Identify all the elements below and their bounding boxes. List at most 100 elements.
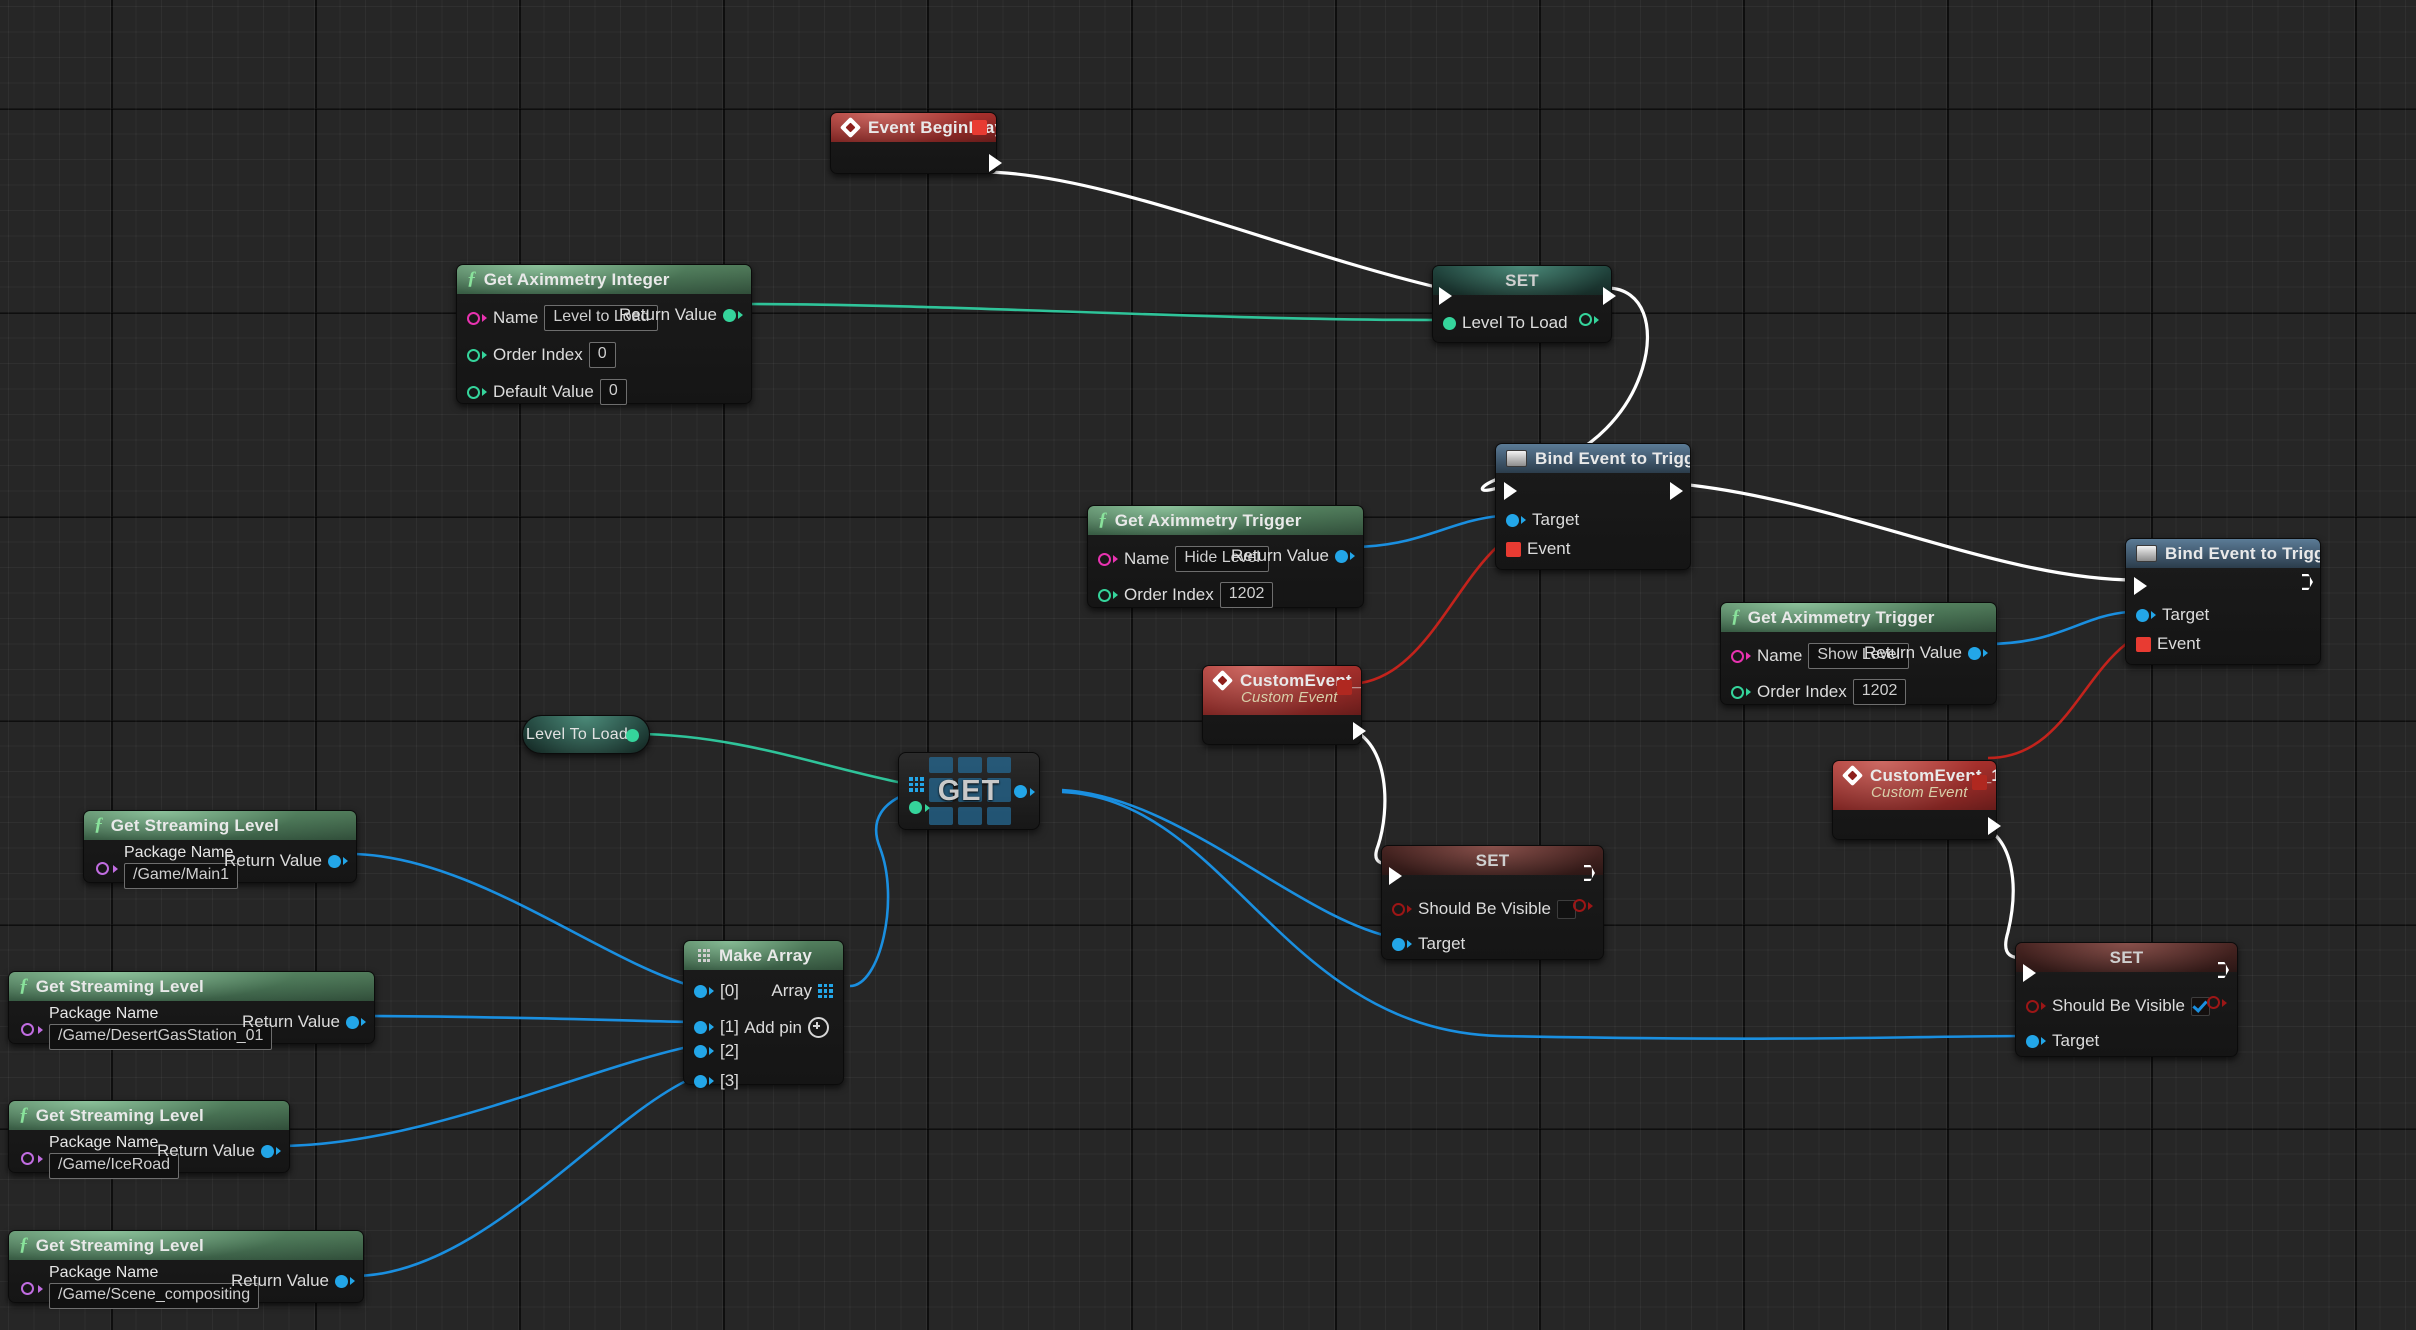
add-pin-icon[interactable] xyxy=(808,1017,829,1038)
pin-row-target[interactable]: Target xyxy=(1506,510,1585,530)
pin-row-index-3[interactable]: [3] xyxy=(694,1071,745,1091)
array-item-1-input-pin[interactable] xyxy=(694,1020,707,1034)
return-value-output-pin[interactable] xyxy=(723,308,736,322)
name-input-pin[interactable] xyxy=(1731,649,1744,663)
node-get-aximmetry-trigger-hide[interactable]: ƒ Get Aximmetry Trigger Name Hide Level … xyxy=(1087,505,1364,608)
pin-row-level-to-load-out[interactable] xyxy=(1579,313,1599,326)
return-value-output-pin[interactable] xyxy=(261,1144,274,1158)
default-value-input-pin[interactable] xyxy=(467,385,480,399)
return-value-output-pin[interactable] xyxy=(1968,646,1981,660)
pin-row-return-value[interactable]: Return Value xyxy=(1858,643,1988,663)
exec-input-pin[interactable] xyxy=(2023,964,2036,982)
blueprint-graph-canvas[interactable]: Event BeginPlay ƒ Get Aximmetry Integer … xyxy=(0,0,2416,1330)
level-to-load-output-pin[interactable] xyxy=(626,729,639,742)
pin-row-index-1[interactable]: [1] xyxy=(694,1017,745,1037)
array-input-pin[interactable] xyxy=(909,777,924,792)
should-be-visible-output-pin[interactable] xyxy=(2207,996,2220,1009)
pin-row-return-value[interactable]: Return Value xyxy=(151,1141,281,1161)
index-input-pin[interactable] xyxy=(909,801,922,814)
event-delegate-pin[interactable] xyxy=(972,120,987,135)
node-bind-event-to-trigger-1[interactable]: Bind Event to Trigger Target Event xyxy=(1495,443,1691,570)
node-custom-event-0[interactable]: CustomEvent_0 Custom Event xyxy=(1202,665,1366,745)
package-name-input-pin[interactable] xyxy=(21,1282,34,1295)
exec-input-pin[interactable] xyxy=(1389,867,1402,885)
exec-input-pin[interactable] xyxy=(1504,482,1517,500)
pin-row-should-be-visible[interactable]: Should Be Visible xyxy=(2026,996,2210,1016)
pin-row-event[interactable]: Event xyxy=(1506,539,1576,559)
exec-output-pin[interactable] xyxy=(1603,287,1616,305)
name-input-pin[interactable] xyxy=(1098,552,1111,566)
return-value-output-pin[interactable] xyxy=(346,1015,359,1029)
order-index-input-pin[interactable] xyxy=(467,348,480,362)
node-get-streaming-level-scene[interactable]: ƒ Get Streaming Level Package Name /Game… xyxy=(8,1230,364,1309)
node-set-should-be-visible-true[interactable]: SET Should Be Visible Target xyxy=(2015,942,2238,1057)
pin-row-target[interactable]: Target xyxy=(2026,1031,2105,1051)
exec-input-pin[interactable] xyxy=(1439,287,1452,305)
array-item-2-input-pin[interactable] xyxy=(694,1044,707,1058)
node-make-array[interactable]: Make Array [0] [1] [2] [3] Array Add pin xyxy=(683,940,844,1090)
target-input-pin[interactable] xyxy=(1506,513,1519,527)
event-delegate-input-pin[interactable] xyxy=(1506,541,1521,557)
array-output-pin[interactable] xyxy=(818,983,833,999)
pin-row-order-index[interactable]: Order Index 0 xyxy=(467,342,616,368)
pin-row-index-2[interactable]: [2] xyxy=(694,1041,745,1061)
exec-output-pin[interactable] xyxy=(989,154,1002,172)
exec-output-pin[interactable] xyxy=(1353,722,1366,740)
order-index-input-pin[interactable] xyxy=(1098,588,1111,602)
return-value-output-pin[interactable] xyxy=(1335,549,1348,563)
pin-row-target[interactable]: Target xyxy=(2136,605,2215,625)
exec-input-pin[interactable] xyxy=(2134,577,2147,595)
event-delegate-pin[interactable] xyxy=(1337,680,1352,695)
level-to-load-input-pin[interactable] xyxy=(1443,316,1456,330)
element-output-pin[interactable] xyxy=(1014,785,1027,798)
pin-row-order-index[interactable]: Order Index 1202 xyxy=(1098,582,1274,608)
exec-output-pin[interactable] xyxy=(1988,817,2001,835)
exec-output-pin[interactable] xyxy=(1670,482,1683,500)
package-name-input-pin[interactable] xyxy=(21,1023,34,1036)
node-get-streaming-level-desert[interactable]: ƒ Get Streaming Level Package Name /Game… xyxy=(8,971,375,1050)
add-pin-button[interactable]: Add pin xyxy=(738,1017,829,1038)
pin-row-default-value[interactable]: Default Value 0 xyxy=(467,379,627,405)
node-variable-level-to-load[interactable]: Level To Load xyxy=(522,715,650,754)
pin-row-event[interactable]: Event xyxy=(2136,634,2206,654)
array-item-3-input-pin[interactable] xyxy=(694,1074,707,1088)
node-event-begin-play[interactable]: Event BeginPlay xyxy=(830,112,1002,174)
pin-row-should-be-visible-out[interactable] xyxy=(1573,899,1593,912)
node-get-streaming-level-iceroad[interactable]: ƒ Get Streaming Level Package Name /Game… xyxy=(8,1100,290,1179)
node-get-aximmetry-integer[interactable]: ƒ Get Aximmetry Integer Name Level to Lo… xyxy=(456,264,752,405)
pin-row-return-value[interactable]: Return Value xyxy=(236,1012,366,1032)
node-get-streaming-level-main1[interactable]: ƒ Get Streaming Level Package Name /Game… xyxy=(83,810,357,889)
package-name-input-pin[interactable] xyxy=(21,1152,34,1165)
level-to-load-output-pin[interactable] xyxy=(1579,313,1592,326)
order-index-value-field[interactable]: 1202 xyxy=(1852,679,1907,705)
node-set-level-to-load[interactable]: SET Level To Load xyxy=(1432,265,1616,343)
target-input-pin[interactable] xyxy=(1392,937,1405,951)
pin-row-index-0[interactable]: [0] xyxy=(694,981,745,1001)
pin-row-return-value[interactable]: Return Value xyxy=(218,851,348,871)
pin-row-return-value[interactable]: Return Value xyxy=(225,1271,355,1291)
should-be-visible-output-pin[interactable] xyxy=(1573,899,1586,912)
pin-row-return-value[interactable]: Return Value xyxy=(1225,546,1355,566)
pin-row-order-index[interactable]: Order Index 1202 xyxy=(1731,679,1907,705)
pin-row-should-be-visible[interactable]: Should Be Visible xyxy=(1392,899,1576,919)
node-get-aximmetry-trigger-show[interactable]: ƒ Get Aximmetry Trigger Name Show Level … xyxy=(1720,602,1997,705)
default-value-field[interactable]: 0 xyxy=(599,379,627,405)
node-get-array-element[interactable]: GET xyxy=(898,752,1040,830)
pin-row-return-value[interactable]: Return Value xyxy=(613,305,743,325)
pin-row-array-output[interactable]: Array xyxy=(765,981,833,1001)
node-set-should-be-visible-false[interactable]: SET Should Be Visible Target xyxy=(1381,845,1604,960)
pin-row-level-to-load[interactable]: Level To Load xyxy=(1443,313,1574,333)
event-delegate-input-pin[interactable] xyxy=(2136,636,2151,652)
exec-output-pin[interactable] xyxy=(2302,574,2313,590)
return-value-output-pin[interactable] xyxy=(328,854,341,868)
should-be-visible-input-pin[interactable] xyxy=(1392,902,1405,916)
event-delegate-pin[interactable] xyxy=(1972,775,1987,790)
array-item-0-input-pin[interactable] xyxy=(694,984,707,998)
target-input-pin[interactable] xyxy=(2136,608,2149,622)
pin-row-should-be-visible-out[interactable] xyxy=(2207,996,2227,1009)
name-input-pin[interactable] xyxy=(467,311,480,325)
target-input-pin[interactable] xyxy=(2026,1034,2039,1048)
order-index-value-field[interactable]: 1202 xyxy=(1219,582,1274,608)
order-index-input-pin[interactable] xyxy=(1731,685,1744,699)
node-bind-event-to-trigger-2[interactable]: Bind Event to Trigger Target Event xyxy=(2125,538,2321,665)
